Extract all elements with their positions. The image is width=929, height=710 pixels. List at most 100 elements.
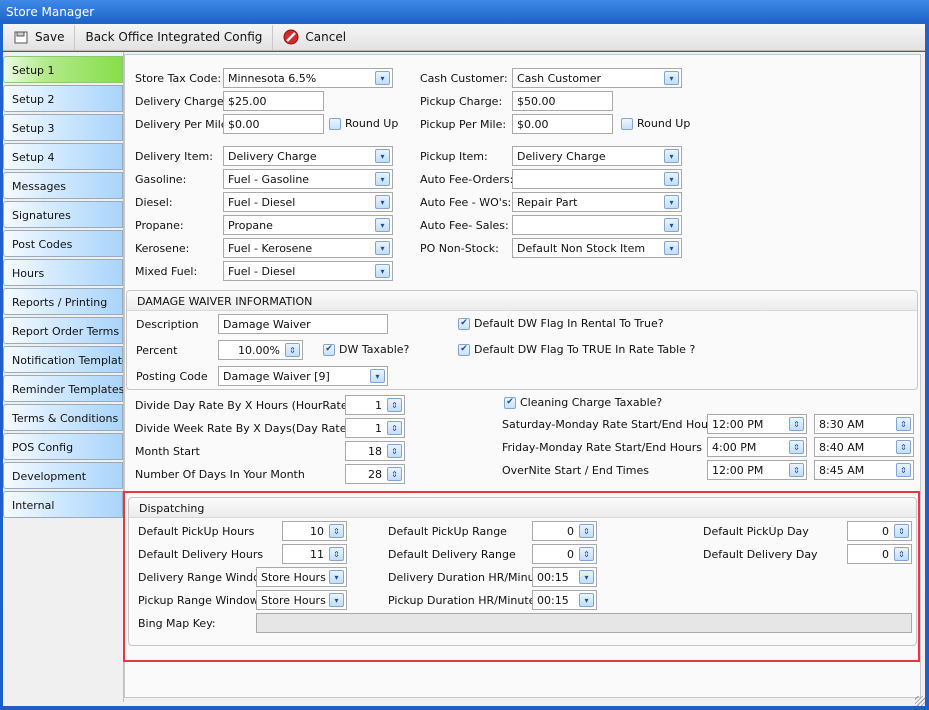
chevron-down-icon[interactable]: ▾ [664,195,679,209]
spin-updown-icon[interactable]: ⇕ [285,343,300,357]
sidebar-item-internal[interactable]: Internal [3,491,123,518]
days-in-month-spinner[interactable]: 28 ⇕ [345,464,405,484]
chevron-down-icon[interactable]: ▾ [375,195,390,209]
sidebar-item-hours[interactable]: Hours [3,259,123,286]
spin-updown-icon[interactable]: ⇕ [789,440,804,454]
chevron-down-icon[interactable]: ▾ [664,172,679,186]
days-in-month-value: 28 [368,468,382,481]
sat-mon-start-spinner[interactable]: 12:00 PM ⇕ [707,414,807,434]
save-label: Save [35,30,65,44]
delivery-charge-input[interactable]: $25.00 [223,91,324,111]
checkmark-icon: ✔ [504,396,516,409]
dispatching-highlight-box [123,491,920,662]
auto-fee-orders-select[interactable]: ▾ [512,169,682,189]
window-title: Store Manager [6,5,95,19]
sidebar-item-setup-1[interactable]: Setup 1 [3,56,123,83]
chevron-down-icon[interactable]: ▾ [375,218,390,232]
default-dw-rental-checkbox[interactable]: ✔ Default DW Flag In Rental To True? [458,317,664,330]
store-tax-code-select[interactable]: Minnesota 6.5% ▾ [223,68,393,88]
spin-updown-icon[interactable]: ⇕ [789,417,804,431]
chevron-down-icon[interactable]: ▾ [375,241,390,255]
chevron-down-icon[interactable]: ▾ [664,218,679,232]
chevron-down-icon[interactable]: ▾ [664,71,679,85]
month-start-spinner[interactable]: 18 ⇕ [345,441,405,461]
sidebar-item-setup-2[interactable]: Setup 2 [3,85,123,112]
mixed-fuel-select[interactable]: Fuel - Diesel ▾ [223,261,393,281]
sidebar-item-terms-conditions[interactable]: Terms & Conditions [3,404,123,431]
po-non-stock-select[interactable]: Default Non Stock Item ▾ [512,238,682,258]
propane-value: Propane [228,219,273,232]
spin-updown-icon[interactable]: ⇕ [789,463,804,477]
sat-mon-end-spinner[interactable]: 8:30 AM ⇕ [814,414,914,434]
spin-updown-icon[interactable]: ⇕ [896,440,911,454]
sidebar-item-setup-3[interactable]: Setup 3 [3,114,123,141]
sidebar-item-signatures[interactable]: Signatures [3,201,123,228]
save-button[interactable]: Save [3,24,76,50]
overnite-start-spinner[interactable]: 12:00 PM ⇕ [707,460,807,480]
cash-customer-label: Cash Customer: [420,72,508,85]
fri-mon-start-spinner[interactable]: 4:00 PM ⇕ [707,437,807,457]
dw-percent-spinner[interactable]: 10.00% ⇕ [218,340,303,360]
spin-updown-icon[interactable]: ⇕ [387,444,402,458]
propane-select[interactable]: Propane ▾ [223,215,393,235]
divide-week-spinner[interactable]: 1 ⇕ [345,418,405,438]
fri-mon-end-spinner[interactable]: 8:40 AM ⇕ [814,437,914,457]
sidebar-item-label: Hours [12,267,45,280]
dw-posting-code-select[interactable]: Damage Waiver [9] ▾ [218,366,388,386]
chevron-down-icon[interactable]: ▾ [375,149,390,163]
pickup-item-select[interactable]: Delivery Charge ▾ [512,146,682,166]
mixed-fuel-value: Fuel - Diesel [228,265,296,278]
chevron-down-icon[interactable]: ▾ [370,369,385,383]
sidebar-item-messages[interactable]: Messages [3,172,123,199]
dw-taxable-checkbox[interactable]: ✔ DW Taxable? [323,343,409,356]
sidebar-item-label: Setup 3 [12,122,55,135]
sidebar-item-label: Messages [12,180,66,193]
divide-week-value: 1 [375,422,382,435]
diesel-value: Fuel - Diesel [228,196,296,209]
delivery-item-select[interactable]: Delivery Charge ▾ [223,146,393,166]
sidebar-item-report-order-terms[interactable]: Report Order Terms [3,317,123,344]
spin-updown-icon[interactable]: ⇕ [896,463,911,477]
overnite-end-spinner[interactable]: 8:45 AM ⇕ [814,460,914,480]
sidebar-item-label: Reports / Printing [12,296,108,309]
pickup-round-up-checkbox[interactable]: Round Up [621,117,690,130]
sidebar-item-pos-config[interactable]: POS Config [3,433,123,460]
auto-fee-sales-select[interactable]: ▾ [512,215,682,235]
kerosene-select[interactable]: Fuel - Kerosene ▾ [223,238,393,258]
sidebar-item-development[interactable]: Development [3,462,123,489]
chevron-down-icon[interactable]: ▾ [664,241,679,255]
spin-updown-icon[interactable]: ⇕ [387,467,402,481]
chevron-down-icon[interactable]: ▾ [664,149,679,163]
sidebar-item-post-codes[interactable]: Post Codes [3,230,123,257]
chevron-down-icon[interactable]: ▾ [375,71,390,85]
po-non-stock-value: Default Non Stock Item [517,242,646,255]
delivery-per-mile-input[interactable]: $0.00 [223,114,324,134]
sidebar-item-reports-printing[interactable]: Reports / Printing [3,288,123,315]
pickup-per-mile-input[interactable]: $0.00 [512,114,613,134]
default-dw-rate-table-checkbox[interactable]: ✔ Default DW Flag To TRUE In Rate Table ? [458,343,695,356]
delivery-round-up-checkbox[interactable]: Round Up [329,117,398,130]
cancel-button[interactable]: Cancel [273,25,356,50]
divide-day-spinner[interactable]: 1 ⇕ [345,395,405,415]
auto-fee-wos-select[interactable]: Repair Part ▾ [512,192,682,212]
chevron-down-icon[interactable]: ▾ [375,172,390,186]
diesel-select[interactable]: Fuel - Diesel ▾ [223,192,393,212]
fri-mon-end-value: 8:40 AM [819,441,865,454]
spin-updown-icon[interactable]: ⇕ [387,398,402,412]
cleaning-taxable-checkbox[interactable]: ✔ Cleaning Charge Taxable? [504,396,662,409]
spin-updown-icon[interactable]: ⇕ [896,417,911,431]
sidebar-item-notification-templates[interactable]: Notification Templates [3,346,135,373]
gasoline-select[interactable]: Fuel - Gasoline ▾ [223,169,393,189]
pickup-charge-input[interactable]: $50.00 [512,91,613,111]
dw-description-input[interactable]: Damage Waiver [218,314,388,334]
month-start-value: 18 [368,445,382,458]
back-office-config-button[interactable]: Back Office Integrated Config [75,24,274,50]
pickup-item-value: Delivery Charge [517,150,606,163]
cash-customer-select[interactable]: Cash Customer ▾ [512,68,682,88]
sidebar-item-reminder-templates[interactable]: Reminder Templates [3,375,124,402]
chevron-down-icon[interactable]: ▾ [375,264,390,278]
sidebar-item-setup-4[interactable]: Setup 4 [3,143,123,170]
spin-updown-icon[interactable]: ⇕ [387,421,402,435]
resize-grip-icon[interactable] [915,696,925,706]
sidebar-item-label: Signatures [12,209,71,222]
